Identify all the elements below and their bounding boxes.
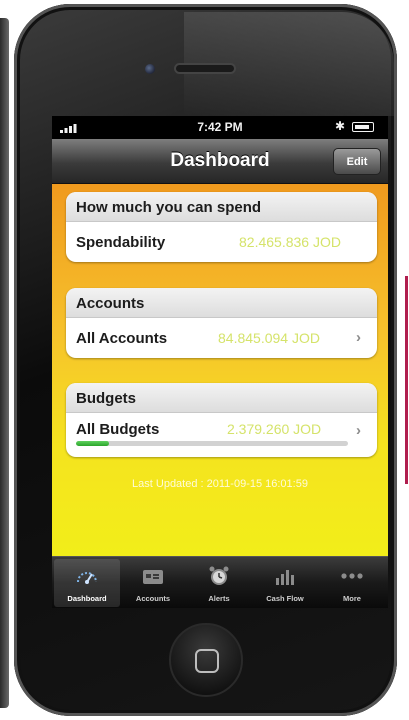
budget-progress-bar: [76, 441, 348, 446]
bluetooth-icon: ✱: [335, 119, 346, 133]
all-accounts-row[interactable]: All Accounts 84.845.094 JOD ›: [66, 318, 377, 358]
more-dots-icon: [341, 573, 363, 579]
spendability-row[interactable]: Spendability 82.465.836 JOD: [66, 222, 377, 262]
chevron-right-icon: ›: [356, 329, 361, 346]
all-accounts-label: All Accounts: [76, 330, 168, 347]
tab-bar: Dashboard Accounts Alerts Cash Flow More: [52, 556, 388, 608]
front-camera-icon: [145, 64, 155, 74]
spendability-label: Spendability: [76, 234, 166, 251]
gauge-icon: [77, 572, 97, 584]
accent-bar: [405, 276, 408, 484]
earpiece-speaker: [174, 63, 236, 74]
status-bar: 7:42 PM ✱: [52, 116, 388, 139]
tab-cash-flow[interactable]: Cash Flow: [252, 559, 318, 607]
tab-more[interactable]: More: [318, 559, 386, 607]
all-budgets-value: 2.379.260 JOD: [227, 421, 322, 437]
tab-alerts[interactable]: Alerts: [186, 559, 252, 607]
navigation-bar: Dashboard Edit: [52, 139, 388, 184]
battery-icon: [352, 122, 374, 132]
spendability-value: 82.465.836 JOD: [239, 234, 341, 250]
edit-button[interactable]: Edit: [333, 148, 381, 175]
budgets-card: Budgets All Budgets 2.379.260 JOD ›: [66, 383, 377, 457]
tab-accounts[interactable]: Accounts: [120, 559, 186, 607]
chevron-right-icon: ›: [356, 422, 361, 439]
alarm-clock-icon: [209, 566, 229, 585]
home-button[interactable]: [169, 623, 243, 697]
tab-accounts-label: Accounts: [135, 594, 171, 603]
tab-alerts-label: Alerts: [208, 594, 230, 603]
dashboard-content: How much you can spend Spendability 82.4…: [52, 184, 388, 556]
all-accounts-value: 84.845.094 JOD: [218, 330, 320, 346]
home-square-icon: [195, 649, 219, 673]
spendability-card: How much you can spend Spendability 82.4…: [66, 192, 377, 262]
all-budgets-label: All Budgets: [76, 421, 160, 438]
phone-frame: 7:42 PM ✱ Dashboard Edit How much you ca…: [14, 4, 397, 716]
all-budgets-row[interactable]: All Budgets 2.379.260 JOD ›: [66, 413, 377, 457]
tab-more-label: More: [343, 594, 361, 603]
spendability-card-header: How much you can spend: [66, 192, 377, 222]
app-screen: 7:42 PM ✱ Dashboard Edit How much you ca…: [52, 116, 388, 608]
budgets-card-header: Budgets: [66, 383, 377, 413]
budget-progress-fill: [76, 441, 109, 446]
last-updated-text: Last Updated : 2011-09-15 16:01:59: [132, 478, 308, 490]
tab-dashboard[interactable]: Dashboard: [54, 559, 120, 607]
adjacent-device-edge: [0, 18, 9, 708]
accounts-card: Accounts All Accounts 84.845.094 JOD ›: [66, 288, 377, 358]
tab-dashboard-label: Dashboard: [67, 594, 107, 603]
bar-chart-icon: [276, 570, 294, 585]
wallet-icon: [143, 570, 163, 584]
accounts-card-header: Accounts: [66, 288, 377, 318]
tab-cash-flow-label: Cash Flow: [266, 594, 304, 603]
